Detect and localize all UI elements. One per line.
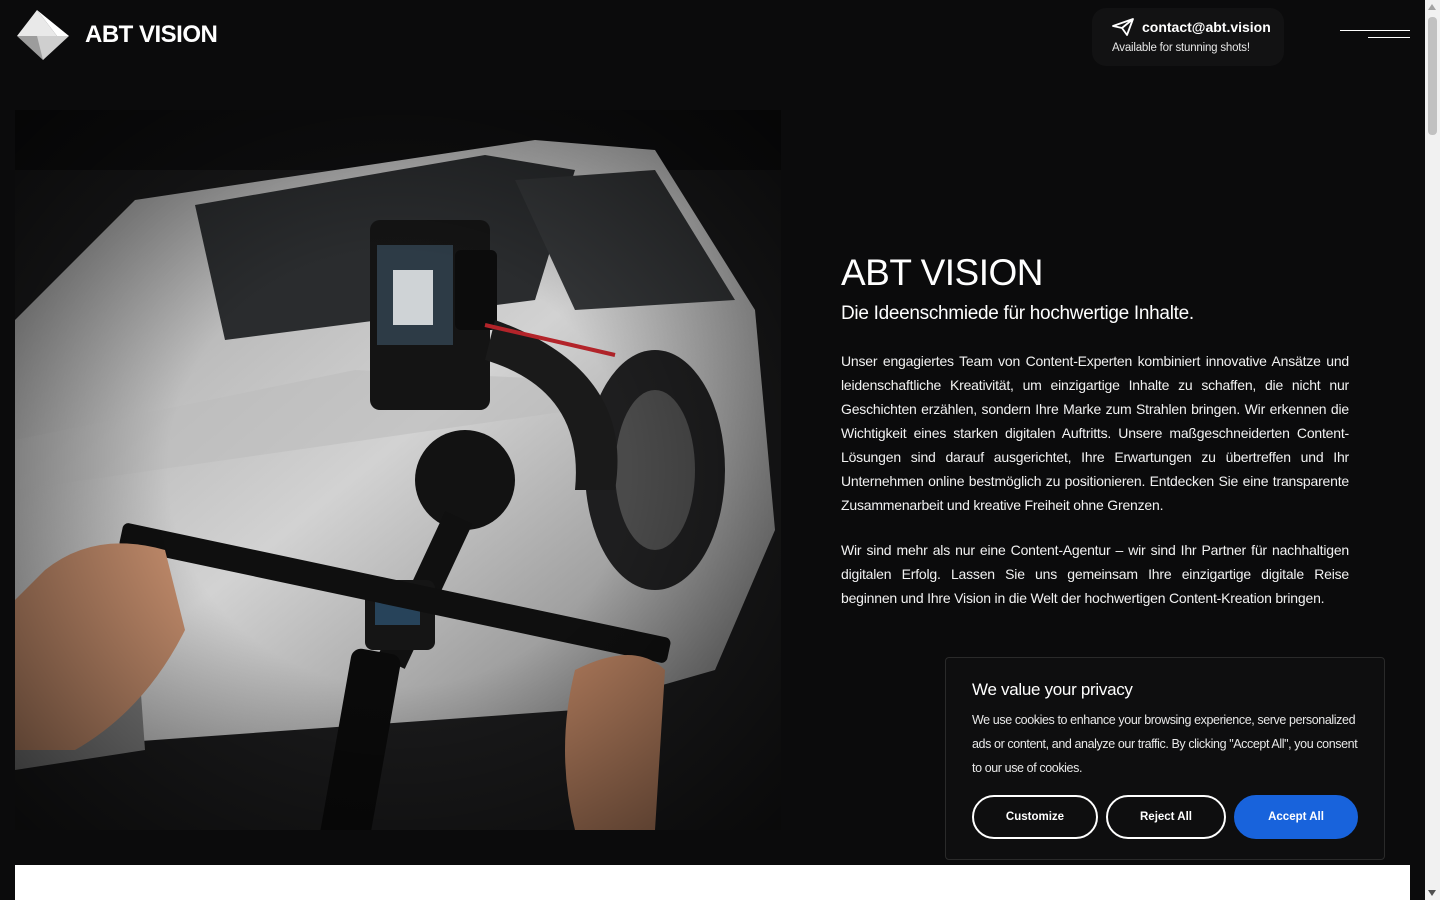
customize-button[interactable]: Customize <box>972 795 1098 839</box>
scrollbar-thumb[interactable] <box>1428 17 1437 135</box>
paper-plane-icon <box>1112 18 1134 36</box>
next-section <box>15 865 1410 900</box>
contact-availability: Available for stunning shots! <box>1112 42 1250 54</box>
cookie-description: We use cookies to enhance your browsing … <box>972 713 1358 775</box>
hero-text-block: ABT VISION Die Ideenschmiede für hochwer… <box>841 252 1349 610</box>
hero-paragraph: Wir sind mehr als nur eine Content-Agent… <box>841 541 1349 606</box>
cookie-title: We value your privacy <box>972 680 1133 699</box>
scroll-down-icon[interactable] <box>1428 890 1436 896</box>
reject-all-button[interactable]: Reject All <box>1106 795 1226 839</box>
scroll-up-icon[interactable] <box>1428 4 1436 10</box>
cookie-banner: We value your privacy We use cookies to … <box>945 657 1385 860</box>
abt-logo-icon <box>17 10 69 60</box>
page-scrollbar[interactable] <box>1425 0 1440 900</box>
contact-box[interactable]: contact@abt.vision Available for stunnin… <box>1092 8 1284 66</box>
hero-subtitle: Die Ideenschmiede für hochwertige Inhalt… <box>841 302 1194 324</box>
hero-paragraph: Unser engagiertes Team von Content-Exper… <box>841 352 1349 513</box>
cookie-buttons: Customize Reject All Accept All <box>972 795 1358 839</box>
site-logo[interactable]: ABT VISION <box>15 10 218 60</box>
hero-title: ABT VISION <box>841 252 1044 293</box>
hamburger-icon <box>1340 30 1410 31</box>
contact-email-link[interactable]: contact@abt.vision <box>1142 19 1271 35</box>
hero-image <box>15 110 781 830</box>
logo-text: ABT VISION <box>85 21 218 48</box>
accept-all-button[interactable]: Accept All <box>1234 795 1358 839</box>
hamburger-icon-line <box>1368 37 1410 38</box>
menu-button[interactable] <box>1340 26 1410 42</box>
